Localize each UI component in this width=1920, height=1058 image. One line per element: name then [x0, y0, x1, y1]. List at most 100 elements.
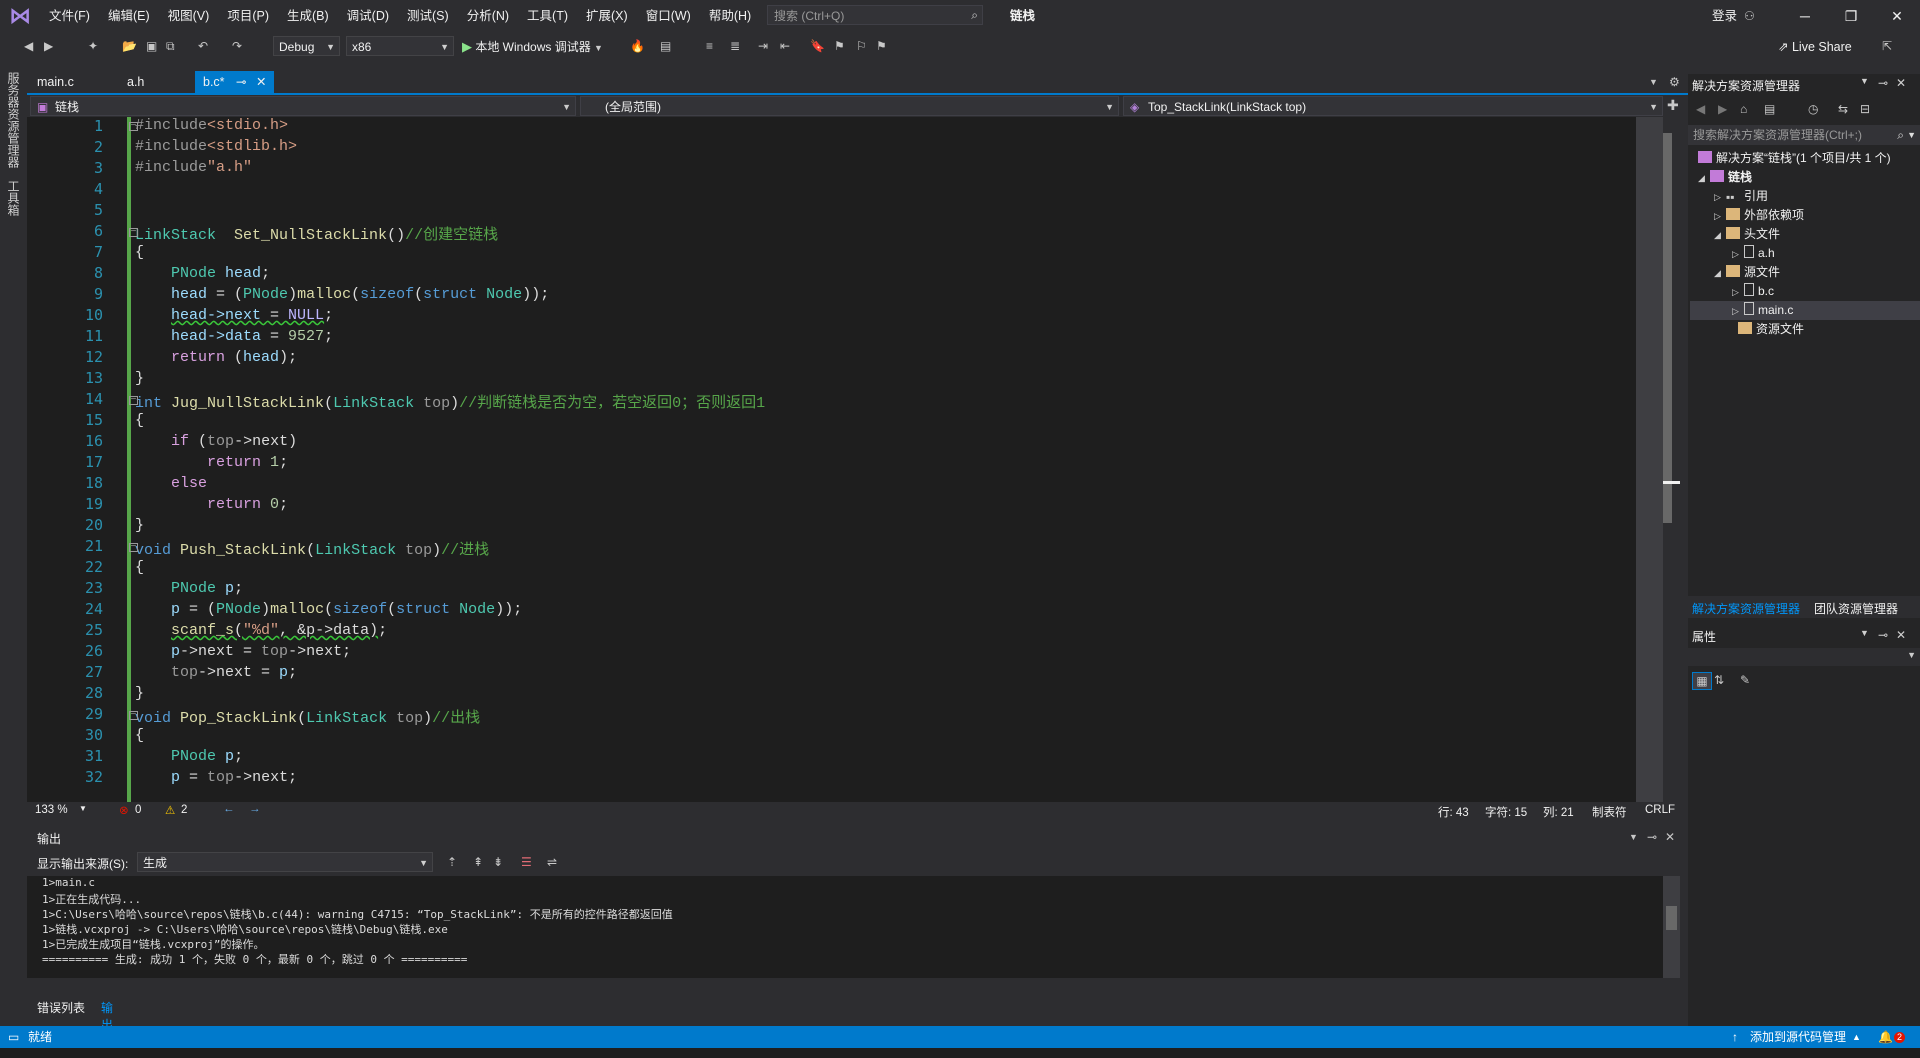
member-dropdown[interactable]: ◈ Top_StackLink(LinkStack top) ▼ [1123, 96, 1663, 116]
split-editor-icon[interactable]: ✚ [1667, 97, 1679, 113]
sync-icon[interactable]: ⇆ [1838, 101, 1848, 117]
close-icon[interactable]: ✕ [1896, 628, 1906, 642]
clear-all-icon[interactable]: ☰ [521, 854, 532, 870]
tree-item-main-c[interactable]: ▷ main.c [1732, 301, 1793, 320]
menu-help[interactable]: 帮助(H) [700, 0, 760, 32]
close-icon[interactable]: ✕ [1896, 76, 1906, 90]
server-explorer-tab[interactable]: 服务器资源管理器 [5, 72, 22, 168]
prev-message-icon[interactable]: ⇞ [473, 854, 483, 870]
pin-icon[interactable]: ⊸ [1647, 829, 1657, 845]
quick-search-input[interactable]: 搜索 (Ctrl+Q) ⌕ [767, 5, 983, 25]
pin-icon[interactable]: ⊸ [1878, 76, 1888, 90]
find-message-icon[interactable]: ⇡ [447, 854, 457, 870]
back-icon[interactable]: ◀ [24, 38, 33, 60]
tab-main-c[interactable]: main.c [29, 71, 82, 93]
arrow-left-icon[interactable]: ← [223, 803, 235, 815]
dropdown-icon[interactable]: ▼ [1860, 76, 1869, 86]
menu-edit[interactable]: 编辑(E) [99, 0, 159, 32]
alphabetical-icon[interactable]: ⇅ [1714, 672, 1724, 688]
output-scrollbar[interactable] [1663, 876, 1680, 978]
output-source-select[interactable]: 生成 ▼ [137, 852, 433, 872]
next-bookmark-icon[interactable]: ⚐ [856, 38, 867, 54]
tree-item-external-deps[interactable]: ▷ 外部依赖项 [1714, 206, 1804, 225]
tree-item-b-c[interactable]: ▷ b.c [1732, 282, 1774, 301]
platform-select[interactable]: x86 ▼ [346, 36, 454, 56]
switch-view-icon[interactable]: ▤ [1764, 101, 1775, 117]
editor-scrollbar[interactable] [1636, 117, 1663, 802]
settings-icon[interactable]: ⚙ [1669, 74, 1680, 90]
property-pages-icon[interactable]: ✎ [1740, 672, 1750, 688]
login-link[interactable]: 登录 [1712, 0, 1737, 32]
dropdown-icon[interactable]: ▼ [1860, 628, 1869, 638]
warning-count[interactable]: 2 [181, 804, 187, 816]
notification-icon[interactable]: 🔔 [1878, 1026, 1893, 1048]
menu-tools[interactable]: 工具(T) [518, 0, 577, 32]
tab-a-h[interactable]: a.h [119, 71, 152, 93]
menu-view[interactable]: 视图(V) [159, 0, 219, 32]
tree-item-solution[interactable]: 解决方案“链栈”(1 个项目/共 1 个) [1698, 149, 1891, 168]
source-control-button[interactable]: 添加到源代码管理 [1750, 1026, 1846, 1048]
search-icon[interactable]: ⌕ [971, 7, 978, 23]
chevron-down-icon[interactable]: ▼ [79, 804, 87, 813]
menu-project[interactable]: 项目(P) [218, 0, 278, 32]
eol-indicator[interactable]: CRLF [1645, 804, 1675, 816]
save-all-icon[interactable]: ⧉ [166, 38, 175, 60]
editor-scrollbar-thumb[interactable] [1663, 133, 1672, 523]
fold-icon[interactable]: − [129, 396, 138, 406]
forward-icon[interactable]: ▶ [44, 38, 53, 60]
menu-test[interactable]: 测试(S) [398, 0, 458, 32]
menu-window[interactable]: 窗口(W) [637, 0, 700, 32]
next-message-icon[interactable]: ⇟ [493, 854, 503, 870]
menu-file[interactable]: 文件(F) [40, 0, 99, 32]
pin-icon[interactable]: ⊸ [236, 75, 246, 89]
fold-icon[interactable]: − [129, 122, 138, 132]
hot-reload-icon[interactable]: 🔥 [630, 38, 645, 54]
tree-item-project[interactable]: ◢ 链栈 [1698, 168, 1752, 187]
tree-item-source-files[interactable]: ◢ 源文件 [1714, 263, 1780, 282]
config-select[interactable]: Debug ▼ [273, 36, 340, 56]
forward-icon[interactable]: ▶ [1718, 101, 1727, 117]
output-scrollbar-thumb[interactable] [1666, 906, 1677, 930]
tab-list-dropdown-icon[interactable]: ▼ [1649, 74, 1658, 90]
tree-item-references[interactable]: ▷ ▪▪ 引用 [1714, 187, 1768, 206]
browse-icon[interactable]: ▤ [660, 38, 671, 54]
feedback-icon[interactable]: ⇱ [1882, 38, 1892, 54]
fold-icon[interactable]: − [129, 543, 138, 553]
solution-search-input[interactable]: 搜索解决方案资源管理器(Ctrl+;) ⌕ ▼ [1688, 125, 1920, 145]
chevron-up-icon[interactable]: ▲ [1852, 1026, 1861, 1048]
back-icon[interactable]: ◀ [1696, 101, 1705, 117]
tab-team-explorer[interactable]: 团队资源管理器 [1814, 600, 1898, 617]
maximize-button[interactable]: ❐ [1828, 0, 1874, 32]
home-icon[interactable]: ⌂ [1740, 101, 1747, 117]
pin-icon[interactable]: ⊸ [1878, 628, 1888, 642]
open-file-icon[interactable]: 📂 [122, 38, 137, 60]
minimize-button[interactable]: ─ [1782, 0, 1828, 32]
pending-changes-icon[interactable]: ◷ [1808, 101, 1818, 117]
redo-icon[interactable]: ↷ [232, 38, 242, 60]
code-area[interactable]: − #include<stdio.h> #include<stdlib.h> #i… [129, 117, 1655, 802]
categorized-icon[interactable]: ▦ [1692, 672, 1712, 690]
outdent-icon[interactable]: ⇤ [780, 38, 790, 54]
clear-bookmarks-icon[interactable]: ⚑ [876, 38, 887, 54]
arrow-right-icon[interactable]: → [249, 803, 261, 815]
menu-debug[interactable]: 调试(D) [338, 0, 398, 32]
output-text-area[interactable]: 1>main.c 1>正在生成代码... 1>C:\Users\哈哈\sourc… [27, 876, 1663, 978]
tabs-indicator[interactable]: 制表符 [1592, 804, 1627, 820]
tab-error-list[interactable]: 错误列表 [37, 999, 97, 1016]
tree-item-header-files[interactable]: ◢ 头文件 [1714, 225, 1780, 244]
user-icon[interactable]: ⚇ [1744, 8, 1755, 24]
tab-b-c[interactable]: b.c* ⊸ ✕ [195, 71, 275, 93]
properties-object-select[interactable]: ▼ [1688, 648, 1920, 666]
save-icon[interactable]: ▣ [146, 38, 157, 60]
prev-bookmark-icon[interactable]: ⚑ [834, 38, 845, 54]
tree-item-resource-files[interactable]: 资源文件 [1726, 320, 1804, 339]
tree-item-a-h[interactable]: ▷ a.h [1732, 244, 1775, 263]
start-debugging-button[interactable]: ▶ 本地 Windows 调试器 ▼ [462, 37, 603, 57]
tab-solution-explorer[interactable]: 解决方案资源管理器 [1692, 600, 1800, 617]
close-icon[interactable]: ✕ [256, 75, 266, 89]
close-icon[interactable]: ✕ [1665, 829, 1675, 845]
new-project-icon[interactable]: ✦ [88, 38, 98, 60]
menu-analyze[interactable]: 分析(N) [458, 0, 518, 32]
uncomment-icon[interactable]: ≣ [730, 38, 740, 54]
error-count[interactable]: 0 [135, 804, 141, 816]
